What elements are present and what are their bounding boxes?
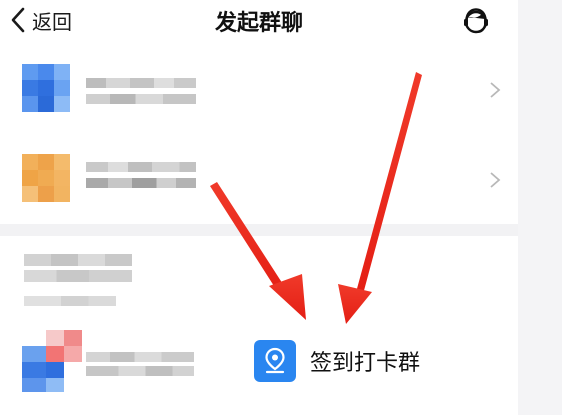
customer-service-icon[interactable] [458,3,494,39]
blurred-group-name [86,162,196,172]
check-in-group-option[interactable]: 签到打卡群 [254,340,420,382]
side-margin [518,0,562,415]
group-avatar [22,154,70,202]
page-title: 发起群聊 [214,11,303,36]
blurred-group-name [86,78,196,88]
blurred-option-icon [22,330,82,392]
section-divider [0,224,518,236]
chevron-right-icon [488,170,502,190]
label-fade-overlay [420,336,518,392]
group-list-item[interactable] [0,52,518,130]
navigation-bar: 返回 发起群聊 [0,0,518,44]
blurred-option-label [86,352,194,362]
blurred-section-heading [24,254,132,266]
chevron-right-icon [488,80,502,100]
group-list-item[interactable] [0,142,518,220]
check-in-group-label: 签到打卡群 [310,351,421,376]
blurred-group-subtitle [86,178,196,188]
location-pin-icon [254,340,296,382]
group-avatar [22,64,70,112]
blurred-group-subtitle [86,94,196,104]
blurred-option-item[interactable] [20,328,200,394]
blurred-section-subtitle [24,296,116,306]
blurred-section-heading [24,270,132,282]
blurred-option-label [86,366,194,376]
